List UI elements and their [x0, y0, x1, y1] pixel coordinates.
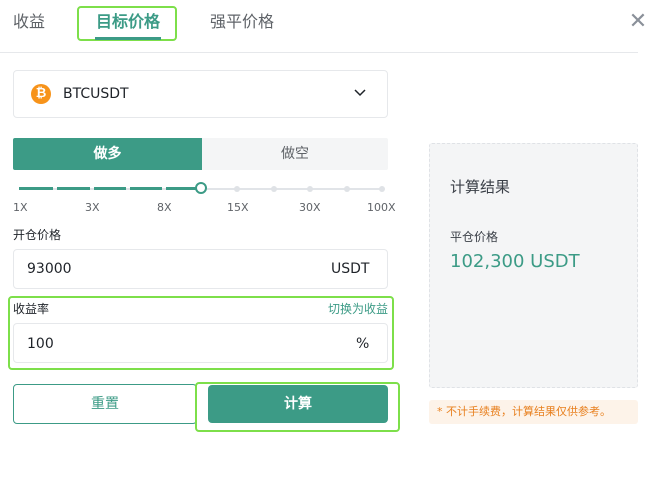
- chevron-down-icon[interactable]: [353, 85, 367, 99]
- result-title: 计算结果: [450, 178, 511, 196]
- tab-profit[interactable]: 收益: [13, 11, 45, 33]
- rate-value: 100: [27, 336, 54, 352]
- rate-label: 收益率: [13, 302, 50, 316]
- tab-liquidation-price[interactable]: 强平价格: [210, 11, 274, 33]
- open-price-value: 93000: [27, 261, 72, 277]
- close-price-label: 平仓价格: [450, 230, 499, 244]
- rate-input[interactable]: [13, 323, 388, 363]
- open-price-label: 开仓价格: [13, 228, 62, 242]
- leverage-label[interactable]: 15X: [227, 201, 249, 215]
- long-button[interactable]: 做多: [13, 138, 202, 170]
- leverage-label[interactable]: 1X: [13, 201, 28, 215]
- leverage-step-dot[interactable]: [344, 186, 350, 192]
- leverage-fill-segment: [19, 187, 53, 190]
- tabs-divider: [0, 52, 638, 53]
- calculate-button[interactable]: 计算: [208, 385, 388, 423]
- disclaimer-note: * 不计手续费，计算结果仅供参考。: [429, 400, 638, 424]
- leverage-step-dot[interactable]: [271, 186, 277, 192]
- leverage-fill-segment: [57, 187, 90, 190]
- leverage-label[interactable]: 30X: [299, 201, 321, 215]
- leverage-label[interactable]: 8X: [157, 201, 172, 215]
- open-price-unit: USDT: [331, 261, 370, 277]
- leverage-fill-segment: [166, 187, 197, 190]
- leverage-label[interactable]: 3X: [85, 201, 100, 215]
- leverage-fill-segment: [130, 187, 162, 190]
- reset-button[interactable]: 重置: [13, 384, 197, 424]
- short-button[interactable]: 做空: [202, 138, 388, 170]
- leverage-label[interactable]: 100X: [367, 201, 396, 215]
- close-price-value: 102,300 USDT: [450, 251, 580, 272]
- leverage-step-dot[interactable]: [307, 186, 313, 192]
- leverage-fill-segment: [94, 187, 126, 190]
- symbol-label: BTCUSDT: [63, 86, 129, 102]
- rate-unit: %: [356, 336, 370, 352]
- close-icon[interactable]: ✕: [626, 10, 650, 34]
- switch-to-profit-link[interactable]: 切换为收益: [328, 301, 388, 317]
- tab-highlight: [77, 6, 177, 41]
- bitcoin-icon: ₿: [31, 84, 51, 104]
- leverage-step-dot[interactable]: [234, 186, 240, 192]
- leverage-slider-handle[interactable]: [195, 182, 207, 194]
- active-tab-indicator: [95, 37, 161, 40]
- leverage-step-dot[interactable]: [379, 186, 385, 192]
